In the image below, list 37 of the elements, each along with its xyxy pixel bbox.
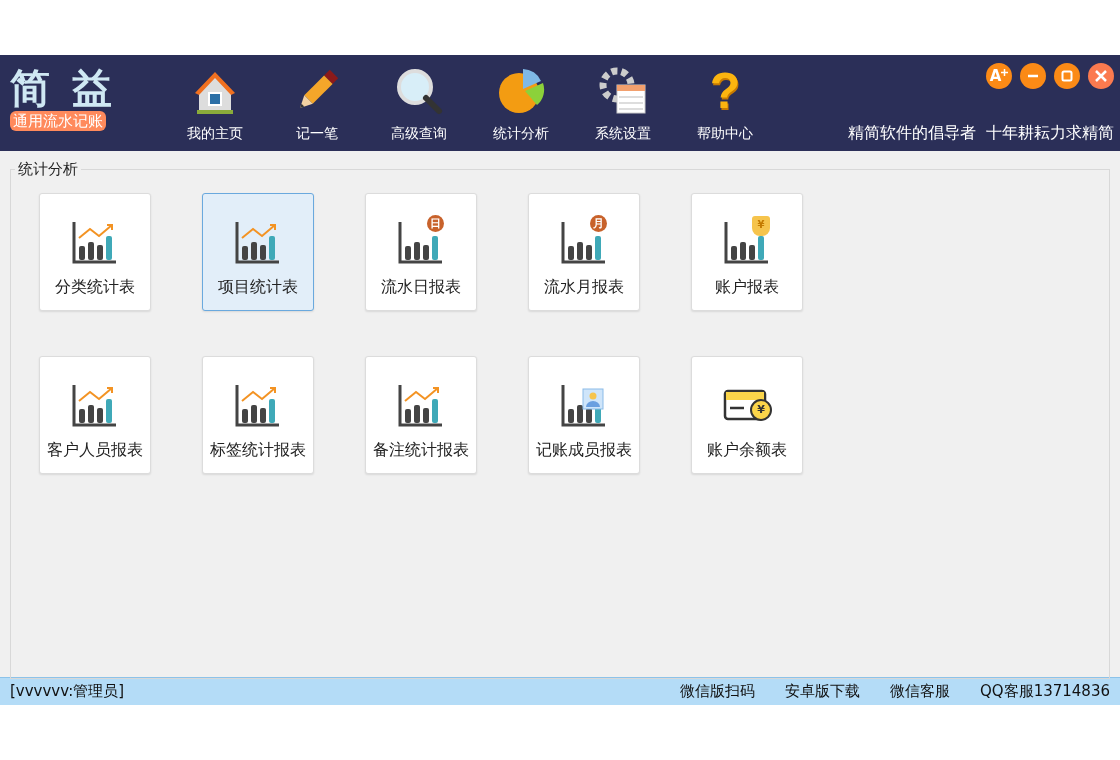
report-tile[interactable]: 日 流水日报表: [365, 193, 477, 311]
minimize-button[interactable]: [1020, 63, 1046, 89]
nav-button[interactable]: 统计分析: [470, 55, 572, 151]
slogan-text: 精简软件的倡导者: [848, 122, 976, 144]
status-link[interactable]: 微信客服: [890, 680, 951, 703]
date-badge: 日: [427, 215, 444, 232]
status-link[interactable]: 安卓版下载: [785, 680, 861, 703]
user-label: [vvvvvv:管理员]: [10, 681, 125, 703]
nav-button[interactable]: 系统设置: [572, 55, 674, 151]
report-tile[interactable]: 月 流水月报表: [528, 193, 640, 311]
report-tile[interactable]: 记账成员报表: [528, 356, 640, 474]
report-tile[interactable]: 分类统计表: [39, 193, 151, 311]
report-tile[interactable]: ¥ 账户余额表: [691, 356, 803, 474]
logo-title: 简 益: [10, 67, 116, 109]
nav-button[interactable]: 高级查询: [368, 55, 470, 151]
maximize-button[interactable]: [1054, 63, 1080, 89]
slogan-text: 十年耕耘力求精简: [986, 122, 1114, 144]
nav-button[interactable]: 记一笔: [266, 55, 368, 151]
status-link[interactable]: 微信版扫码: [680, 680, 756, 703]
report-tile[interactable]: 备注统计报表: [365, 356, 477, 474]
logo-subtitle: 通用流水记账: [10, 111, 106, 131]
date-badge: 月: [590, 215, 607, 232]
report-tile[interactable]: 客户人员报表: [39, 356, 151, 474]
report-tile[interactable]: 项目统计表: [202, 193, 314, 311]
gear-icon: [597, 65, 649, 117]
maximize-icon: [1060, 69, 1074, 83]
close-icon: [1094, 69, 1108, 83]
shield-badge: ¥: [752, 216, 770, 236]
question-mark-icon: ?: [709, 65, 741, 117]
report-tile[interactable]: 标签统计报表: [202, 356, 314, 474]
coin-badge: ¥: [750, 399, 772, 421]
report-tile[interactable]: ¥ 账户报表: [691, 193, 803, 311]
nav-button[interactable]: 我的主页: [164, 55, 266, 151]
status-link[interactable]: QQ客服13714836: [980, 680, 1110, 703]
plus-icon: [1001, 68, 1009, 76]
nav-button[interactable]: ? 帮助中心: [674, 55, 776, 151]
close-button[interactable]: [1088, 63, 1114, 89]
